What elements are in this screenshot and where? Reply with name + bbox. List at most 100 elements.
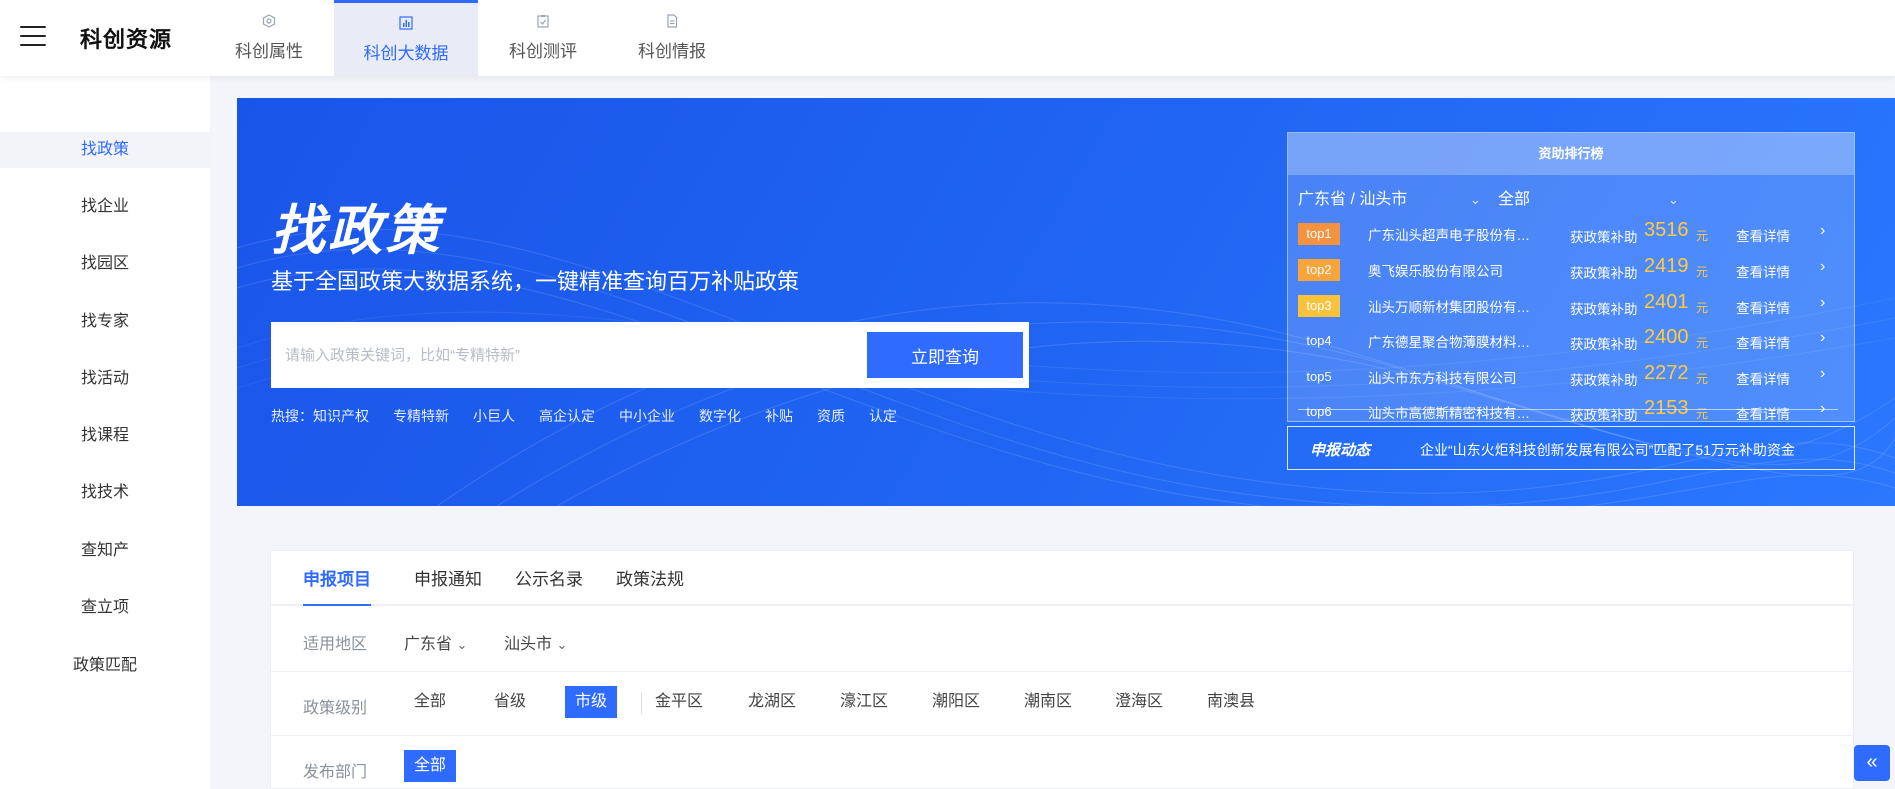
- type-filter-select[interactable]: 全部 ⌄: [1498, 187, 1688, 213]
- ranking-row[interactable]: top4 广东德星聚合物薄膜材料研究院 获政策补助 2400 元 查看详情 ›: [1298, 326, 1838, 354]
- subsidy-amount: 2272: [1644, 362, 1689, 384]
- hero-banner: 找政策 基于全国政策大数据系统，一键精准查询百万补贴政策 立即查询 热搜： 知识…: [237, 98, 1895, 506]
- level-option-province[interactable]: 省级: [484, 686, 536, 718]
- sidebar-item-find-activity[interactable]: 找活动: [0, 361, 210, 397]
- tab-declaration-notices[interactable]: 申报通知: [414, 565, 482, 606]
- rank-badge: top4: [1306, 333, 1332, 348]
- ranking-row[interactable]: top1 广东汕头超声电子股份有限公司 获政策补助 3516 元 查看详情 ›: [1298, 219, 1838, 247]
- chevron-right-icon[interactable]: ›: [1820, 258, 1825, 276]
- ranking-row[interactable]: top6 汕头市高德斯精密科技有限公司 获政策补助 2153 元 查看详情 ›: [1298, 397, 1838, 421]
- rank-badge: top6: [1306, 404, 1332, 419]
- amount-unit: 元: [1696, 372, 1709, 386]
- menu-icon[interactable]: [20, 26, 46, 46]
- tab-kechuang-attributes[interactable]: 科创属性: [197, 0, 341, 76]
- chevron-down-icon: ⌄: [456, 637, 468, 652]
- view-details-link[interactable]: 查看详情: [1736, 225, 1790, 245]
- subsidy-amount: 3516: [1644, 219, 1689, 241]
- hero-subtitle: 基于全国政策大数据系统，一键精准查询百万补贴政策: [271, 269, 800, 294]
- chevron-down-icon: ⌄: [1470, 192, 1481, 207]
- chevron-right-icon[interactable]: ›: [1820, 294, 1825, 312]
- chevron-down-icon: ⌄: [1668, 192, 1679, 207]
- view-details-link[interactable]: 查看详情: [1736, 403, 1790, 421]
- policy-search-input[interactable]: [285, 336, 845, 374]
- sidebar-item-check-ip[interactable]: 查知产: [0, 533, 210, 569]
- province-select[interactable]: 广东省 ⌄: [404, 630, 467, 654]
- funding-ranking-panel: 资助排行榜 广东省 / 汕头市 ⌄ 全部 ⌄ top1 广东汕头超声电子股份有限…: [1287, 132, 1855, 422]
- view-details-link[interactable]: 查看详情: [1736, 368, 1790, 388]
- district-option[interactable]: 濠江区: [830, 686, 898, 718]
- sidebar-item-find-expert[interactable]: 找专家: [0, 304, 210, 340]
- sidebar-item-find-technology[interactable]: 找技术: [0, 475, 210, 511]
- sidebar-item-policy-match[interactable]: 政策匹配: [0, 648, 210, 684]
- hot-tag[interactable]: 知识产权: [313, 406, 369, 426]
- level-label: 政策级别: [303, 700, 368, 717]
- district-option[interactable]: 金平区: [645, 686, 713, 718]
- ranking-filters: 广东省 / 汕头市 ⌄ 全部 ⌄: [1298, 187, 1838, 213]
- hot-tag[interactable]: 高企认定: [539, 406, 595, 426]
- ranking-row[interactable]: top5 汕头市东方科技有限公司 获政策补助 2272 元 查看详情 ›: [1298, 362, 1838, 390]
- company-name: 广东德星聚合物薄膜材料研究院: [1368, 335, 1538, 350]
- hot-tag[interactable]: 小巨人: [473, 406, 515, 426]
- hot-tag[interactable]: 中小企业: [619, 406, 675, 426]
- tab-declaration-projects[interactable]: 申报项目: [303, 565, 371, 606]
- news-label: 申报动态: [1310, 442, 1371, 459]
- department-option-all[interactable]: 全部: [404, 750, 457, 782]
- subsidy-type: 获政策补助: [1570, 230, 1638, 245]
- district-option[interactable]: 龙湖区: [738, 686, 806, 718]
- company-name: 广东汕头超声电子股份有限公司: [1368, 228, 1538, 243]
- subsidy-amount: 2401: [1644, 291, 1689, 313]
- hot-tag[interactable]: 补贴: [765, 406, 793, 426]
- province-value: 广东省: [404, 636, 453, 653]
- company-name: 汕头市高德斯精密科技有限公司: [1368, 406, 1538, 421]
- hot-tag[interactable]: 数字化: [699, 406, 741, 426]
- subsidy-type: 获政策补助: [1570, 266, 1638, 281]
- hot-tag[interactable]: 认定: [869, 406, 897, 426]
- double-chevron-left-icon[interactable]: «: [1854, 745, 1890, 781]
- subsidy-amount: 2400: [1644, 326, 1689, 348]
- chevron-down-icon: ⌄: [556, 637, 568, 652]
- tab-kechuang-bigdata[interactable]: 科创大数据: [334, 0, 478, 76]
- company-name: 汕头市东方科技有限公司: [1368, 371, 1517, 386]
- level-option-all[interactable]: 全部: [404, 686, 456, 718]
- hot-tag[interactable]: 专精特新: [393, 406, 449, 426]
- district-option[interactable]: 南澳县: [1197, 686, 1265, 718]
- sidebar-item-find-policy[interactable]: 找政策: [0, 132, 210, 168]
- amount-unit: 元: [1696, 301, 1709, 315]
- sidebar-item-find-course[interactable]: 找课程: [0, 418, 210, 454]
- sidebar-item-find-park[interactable]: 找园区: [0, 246, 210, 282]
- ranking-row[interactable]: top2 奥飞娱乐股份有限公司 获政策补助 2419 元 查看详情 ›: [1298, 255, 1838, 283]
- clipboard-check-icon: [537, 15, 549, 28]
- company-name: 汕头万顺新材集团股份有限公司: [1368, 300, 1538, 315]
- sidebar-item-check-project[interactable]: 查立项: [0, 590, 210, 626]
- view-details-link[interactable]: 查看详情: [1736, 297, 1790, 317]
- tab-kechuang-evaluation[interactable]: 科创测评: [471, 0, 615, 76]
- district-option[interactable]: 澄海区: [1105, 686, 1173, 718]
- hexagon-icon: [262, 14, 276, 28]
- level-option-city[interactable]: 市级: [565, 686, 618, 718]
- hot-tag[interactable]: 资质: [817, 406, 845, 426]
- chart-icon: [399, 15, 413, 30]
- region-filter-row: 适用地区 广东省 ⌄ 汕头市 ⌄: [271, 608, 1855, 672]
- tab-public-lists[interactable]: 公示名录: [515, 565, 583, 606]
- sidebar-item-find-company[interactable]: 找企业: [0, 189, 210, 225]
- district-option[interactable]: 潮南区: [1014, 686, 1082, 718]
- region-filter-value: 广东省 / 汕头市: [1298, 191, 1408, 208]
- ranking-row[interactable]: top3 汕头万顺新材集团股份有限公司 获政策补助 2401 元 查看详情 ›: [1298, 291, 1838, 319]
- declaration-news-ticker[interactable]: 申报动态 企业“山东火炬科技创新发展有限公司”匹配了51万元补助资金: [1287, 426, 1855, 470]
- chevron-right-icon[interactable]: ›: [1820, 222, 1825, 240]
- tab-kechuang-intel[interactable]: 科创情报: [600, 0, 744, 76]
- chevron-right-icon[interactable]: ›: [1820, 365, 1825, 383]
- region-filter-select[interactable]: 广东省 / 汕头市 ⌄: [1298, 187, 1481, 213]
- district-option[interactable]: 潮阳区: [922, 686, 990, 718]
- city-select[interactable]: 汕头市 ⌄: [504, 630, 567, 654]
- search-button[interactable]: 立即查询: [867, 332, 1023, 378]
- tab-policies-regulations[interactable]: 政策法规: [616, 565, 684, 606]
- chevron-right-icon[interactable]: ›: [1820, 329, 1825, 347]
- view-details-link[interactable]: 查看详情: [1736, 332, 1790, 352]
- subsidy-type: 获政策补助: [1570, 373, 1638, 388]
- level-filter-row: 政策级别 全部 省级 市级 金平区 龙湖区 濠江区 潮阳区 潮南区 澄海区 南澳…: [271, 672, 1855, 736]
- rank-badge: top5: [1306, 369, 1332, 384]
- document-icon: [667, 14, 678, 28]
- tab-label: 科创测评: [509, 42, 577, 61]
- view-details-link[interactable]: 查看详情: [1736, 261, 1790, 281]
